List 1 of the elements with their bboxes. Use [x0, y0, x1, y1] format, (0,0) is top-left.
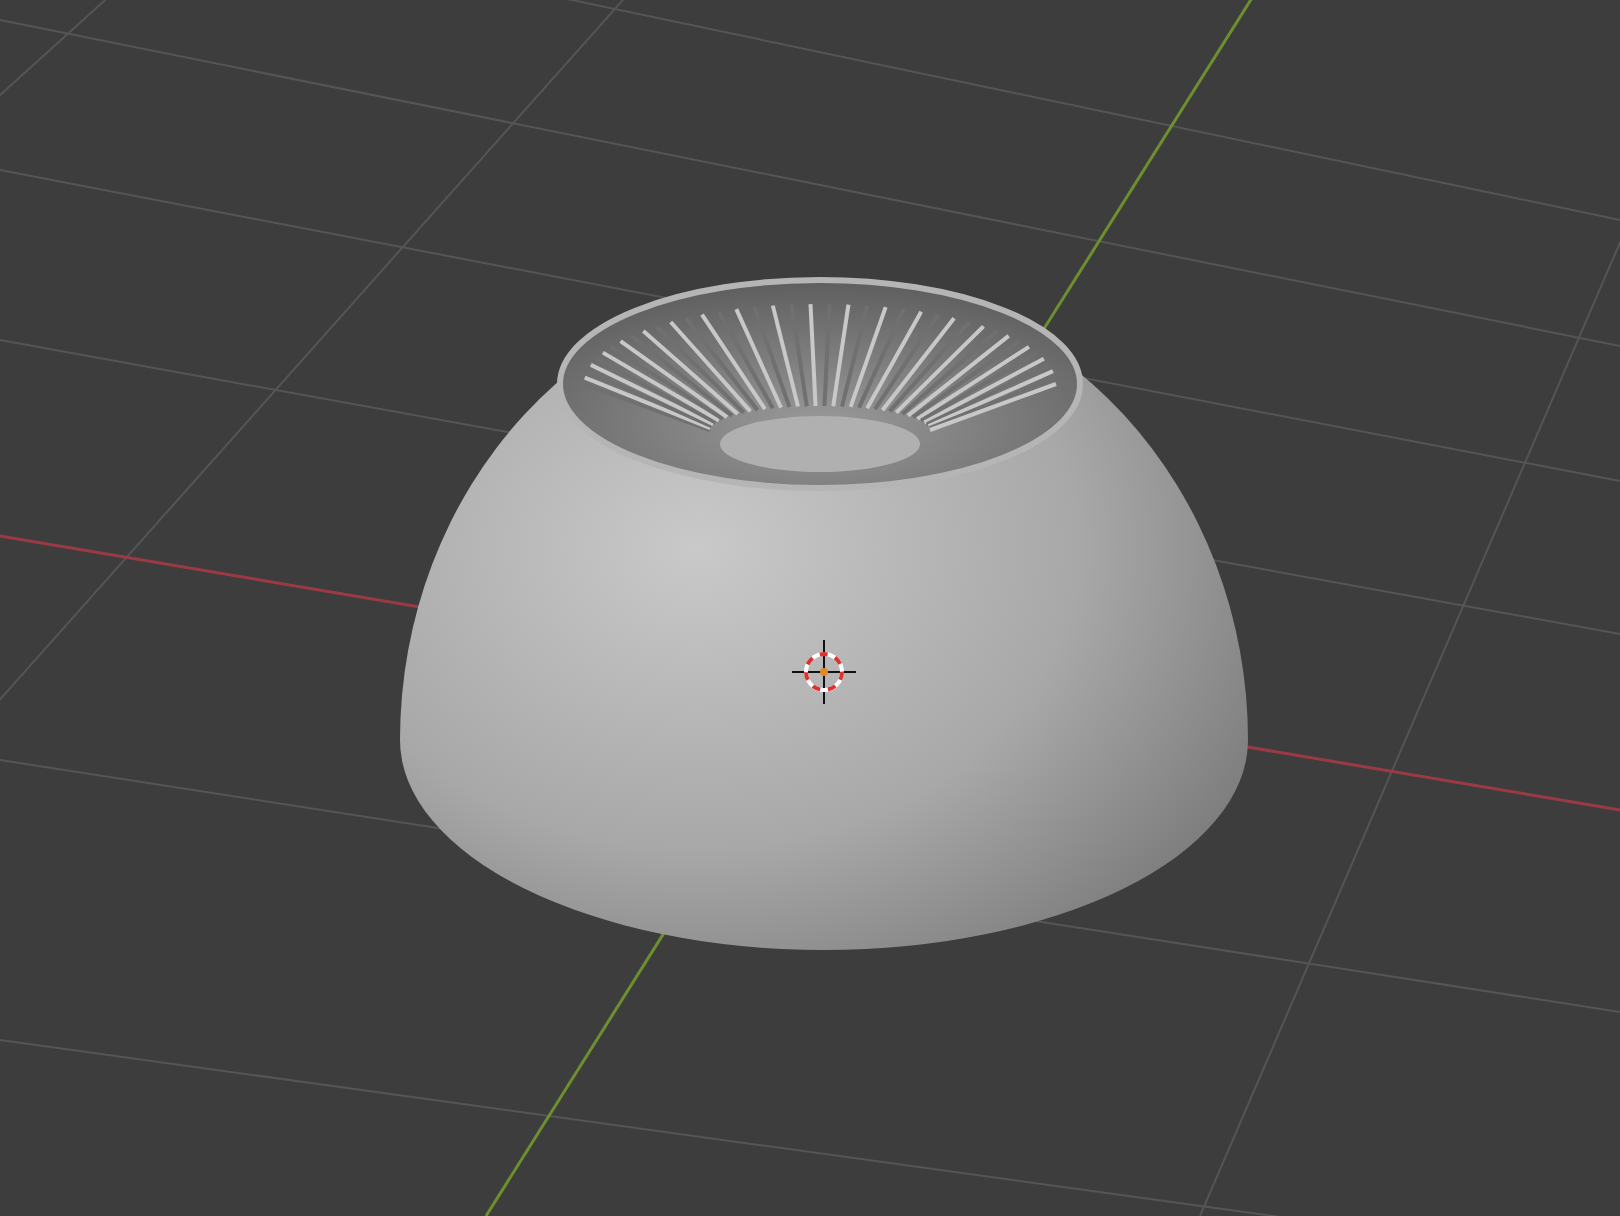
cursor-icon — [791, 639, 857, 705]
